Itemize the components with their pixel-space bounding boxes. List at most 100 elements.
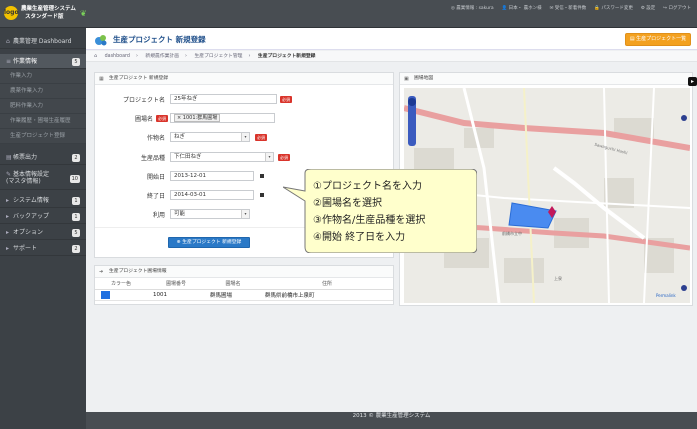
zoom-control[interactable] <box>407 93 417 143</box>
color-cell <box>95 289 147 301</box>
top-nav-settings[interactable]: ⚙ 設定 <box>641 5 655 11</box>
chevron-right-icon: › <box>185 54 187 59</box>
grid-icon: ▦ <box>99 76 104 82</box>
usage-select[interactable]: 可能 ▾ <box>170 209 250 219</box>
badge: 10 <box>69 175 80 183</box>
badge: 1 <box>72 197 80 205</box>
sidebar-subitem-project[interactable]: 生産プロジェクト登録 <box>0 129 86 144</box>
home-icon: ⌂ <box>94 54 98 59</box>
breadcrumb-plan[interactable]: 新規農作業計画 <box>145 54 179 59</box>
start-date-input[interactable]: 2013-12-01 <box>170 171 254 181</box>
crop-name-select[interactable]: ねぎ ▾ <box>170 132 250 142</box>
calendar-icon[interactable] <box>260 193 264 197</box>
variety-select[interactable]: 下仁田ねぎ ▾ <box>170 152 274 162</box>
sidebar-subitem-history[interactable]: 作業履歴・圃場生産履歴 <box>0 114 86 129</box>
project-list-button[interactable]: ▤ 生産プロジェクト一覧 <box>625 33 691 46</box>
support-icon: ▸ <box>6 245 10 252</box>
required-badge: 必須 <box>278 154 290 161</box>
field-name-label: 圃場名 <box>134 116 153 123</box>
start-date-label: 開始日 <box>146 174 165 181</box>
sidebar-item-system[interactable]: ▸ システム情報 1 <box>0 193 86 208</box>
column-header: 住所 <box>261 279 393 290</box>
callout-line: ②圃場名を選択 <box>313 198 382 209</box>
project-name-label: プロジェクト名 <box>122 97 165 104</box>
home-icon: ⌂ <box>6 38 10 45</box>
instruction-callout: ①プロジェクト名を入力 ②圃場名を選択 ③作物名/生産品種を選択 ④開始 終了日… <box>313 178 425 246</box>
table-header-row: カラー色 圃場番号 圃場名 住所 <box>95 279 393 290</box>
end-date-label: 終了日 <box>146 193 165 200</box>
usage-label: 利用 <box>152 212 165 219</box>
page-header: 生産プロジェクト 新規登録 ▤ 生産プロジェクト一覧 <box>86 28 697 50</box>
required-badge: 必須 <box>255 134 267 141</box>
sidebar-item-reports[interactable]: ▤帳票出力 2 <box>0 150 86 165</box>
panel-header: ▦ 生産プロジェクト 新規登録 <box>95 73 393 85</box>
breadcrumb: ⌂ dashboard › 新規農作業計画 › 生産プロジェクト管理 › 生産プロジェ… <box>86 51 697 62</box>
chevron-down-icon: ▾ <box>241 210 249 218</box>
breadcrumb-current: 生産プロジェクト新規登録 <box>257 54 316 59</box>
badge: 1 <box>72 213 80 221</box>
sidebar-subitem-fertilizer[interactable]: 肥料作業入力 <box>0 99 86 114</box>
brand[interactable]: logo 農業生産管理システム スタンダード版 ❦ <box>4 2 87 26</box>
leaf-icon: ❦ <box>80 9 87 18</box>
sidebar-item-dashboard[interactable]: ⌂ 農業管理 Dashboard <box>0 34 86 49</box>
arrow-icon: ➜ <box>99 269 104 275</box>
top-nav-user[interactable]: ◎ 農業情報 : sakura <box>451 5 494 11</box>
sidebar-subitem-work-input[interactable]: 作業入力 <box>0 69 86 84</box>
option-icon: ▸ <box>6 229 10 236</box>
permalink-link[interactable]: Permalink <box>656 293 676 298</box>
color-swatch <box>101 290 110 299</box>
image-icon: ▣ <box>404 76 409 82</box>
backup-icon: ▸ <box>6 213 10 220</box>
brand-name: 農業生産管理システム スタンダード版 <box>21 6 76 20</box>
column-header: カラー色 <box>95 279 147 290</box>
end-date-input[interactable]: 2014-03-01 <box>170 190 254 200</box>
top-nav-password[interactable]: 🔒 パスワード変更 <box>594 5 633 11</box>
calendar-icon[interactable] <box>260 174 264 178</box>
sidebar-item-master[interactable]: ✎ 基本情報設定 (マスタ情報) 10 <box>0 168 86 190</box>
breadcrumb-dashboard[interactable]: dashboard <box>105 54 130 59</box>
settings-icon: ✎ <box>6 171 12 178</box>
column-header: 圃場名 <box>205 279 261 290</box>
chevron-down-icon: ▾ <box>265 153 273 161</box>
breadcrumb-project-manage[interactable]: 生産プロジェクト管理 <box>194 54 242 59</box>
top-nav-messages[interactable]: ✉ 受信・新着件数 <box>550 5 587 11</box>
sidebar-item-work[interactable]: ≡ 作業情報 5 <box>0 54 86 69</box>
logo-icon: logo <box>4 6 19 20</box>
variety-label: 生産品種 <box>140 155 165 162</box>
page-title: 生産プロジェクト 新規登録 <box>113 35 206 44</box>
callout-line: ①プロジェクト名を入力 <box>313 181 422 192</box>
sidebar-item-option[interactable]: ▸ オプション 5 <box>0 225 86 240</box>
crop-name-label: 作物名 <box>146 135 165 142</box>
project-name-input[interactable]: 25年ねぎ <box>170 94 277 104</box>
badge: 5 <box>72 229 80 237</box>
list-icon: ≡ <box>6 58 12 65</box>
map-label-school: 前橋市立中 <box>502 231 522 236</box>
required-badge: 必須 <box>280 96 292 103</box>
chevron-down-icon: ▾ <box>241 133 249 141</box>
file-icon: ▤ <box>6 154 12 161</box>
field-name-cell: 群馬圃場 <box>205 289 261 301</box>
field-name-select[interactable]: × 1001:群馬圃場 <box>170 113 275 123</box>
top-bar: logo 農業生産管理システム スタンダード版 ❦ ◎ 農業情報 : sakura… <box>0 0 697 28</box>
register-project-button[interactable]: ⊕ 生産プロジェクト 新規登録 <box>168 237 250 248</box>
top-nav-logout[interactable]: ↪ ログアウト <box>663 5 691 11</box>
system-icon: ▸ <box>6 197 10 204</box>
sidebar-item-support[interactable]: ▸ サポート 2 <box>0 241 86 256</box>
field-tag[interactable]: × 1001:群馬圃場 <box>174 114 221 122</box>
callout-line: ③作物名/生産品種を選択 <box>313 215 426 226</box>
sidebar-item-backup[interactable]: ▸ バックアップ 1 <box>0 209 86 224</box>
top-nav: ◎ 農業情報 : sakura 👤 日本・ 農ホン様 ✉ 受信・新着件数 🔒 パ… <box>451 3 691 13</box>
sidebar-subitem-pesticide[interactable]: 農薬作業入力 <box>0 84 86 99</box>
badge: 2 <box>72 154 80 162</box>
project-icon <box>95 35 107 46</box>
field-number-cell: 1001 <box>147 289 205 301</box>
top-nav-owner[interactable]: 👤 日本・ 農ホン様 <box>502 5 542 11</box>
chevron-right-icon: › <box>248 54 251 59</box>
column-header: 圃場番号 <box>147 279 205 290</box>
address-cell: 群馬県前橋市上泉町 <box>261 289 393 301</box>
back-to-top-icon[interactable]: ▸ <box>688 77 697 86</box>
footer: 2013 © 農業生産管理システム <box>86 412 697 429</box>
panel-header: ➜ 生産プロジェクト圃場情報 <box>95 266 393 278</box>
sidebar: ⌂ 農業管理 Dashboard ≡ 作業情報 5 作業入力 農薬作業入力 肥料作業入… <box>0 28 86 429</box>
table-row[interactable]: 1001 群馬圃場 群馬県前橋市上泉町 <box>95 289 393 301</box>
